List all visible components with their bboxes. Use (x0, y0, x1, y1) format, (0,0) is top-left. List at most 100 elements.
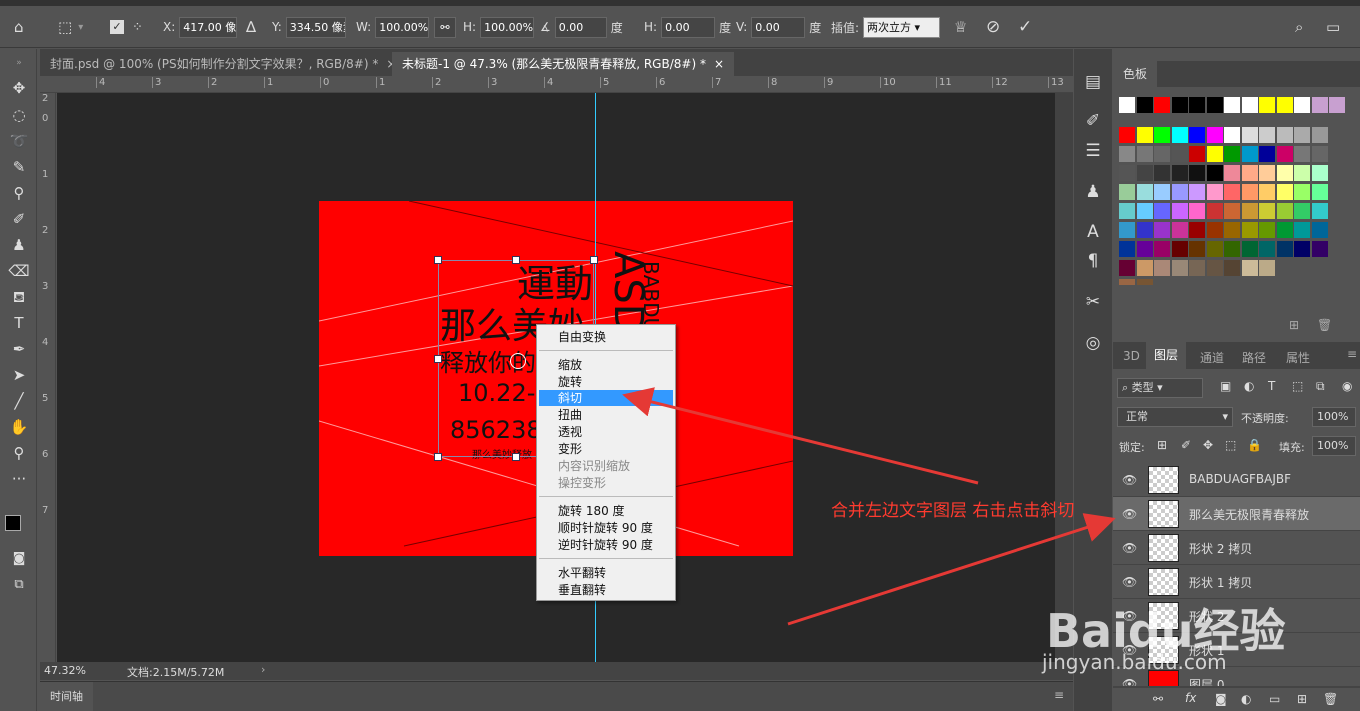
transform-tool-icon[interactable]: ⬚ (58, 18, 72, 36)
commit-transform-icon[interactable]: ✓ (1018, 17, 1032, 37)
menu-item-flip-vertical[interactable]: 垂直翻转 (539, 582, 673, 598)
color-swatch[interactable] (1259, 127, 1275, 143)
color-swatch[interactable] (1311, 127, 1328, 143)
color-swatch[interactable] (1224, 184, 1240, 200)
color-swatch[interactable] (1241, 146, 1258, 162)
lock-all-icon[interactable]: 🔒 (1247, 438, 1262, 452)
menu-item-free-transform[interactable]: 自由变换 (539, 329, 673, 345)
move-tool-icon[interactable]: ✥ (8, 77, 30, 99)
filter-toggle-icon[interactable]: ◉ (1342, 379, 1352, 393)
layer-row[interactable]: 👁 BABDUAGFBAJBF (1113, 463, 1360, 497)
new-group-icon[interactable]: ▭ (1269, 692, 1280, 706)
color-swatch[interactable] (1241, 165, 1258, 181)
color-swatch[interactable] (1154, 222, 1170, 238)
line-tool-icon[interactable]: ╱ (8, 390, 30, 412)
color-swatch[interactable] (1259, 241, 1275, 257)
color-swatch[interactable] (1311, 184, 1328, 200)
color-swatch[interactable] (1276, 241, 1293, 257)
cancel-transform-icon[interactable]: ⊘ (986, 17, 1000, 37)
color-swatch[interactable] (1171, 241, 1188, 257)
angle-input[interactable]: 0.00 (554, 16, 607, 38)
color-swatch[interactable] (1224, 97, 1240, 113)
reference-point-icon[interactable]: ⁘ (132, 20, 143, 35)
color-swatch[interactable] (1119, 97, 1135, 113)
color-swatch[interactable] (1241, 184, 1258, 200)
menu-item-rotate-90-ccw[interactable]: 逆时针旋转 90 度 (539, 537, 673, 553)
more-tools-icon[interactable]: ··· (8, 468, 30, 490)
color-swatch[interactable] (1294, 165, 1310, 181)
tab-cover-psd[interactable]: 封面.psd @ 100% (PS如何制作分割文字效果？, RGB/8#) *× (40, 52, 407, 76)
color-swatch[interactable] (1259, 203, 1275, 219)
color-swatch[interactable] (1276, 127, 1293, 143)
lock-position-icon[interactable]: ✥ (1203, 438, 1213, 452)
color-swatch[interactable] (1171, 184, 1188, 200)
tab-layers[interactable]: 图层 (1146, 342, 1187, 369)
tab-untitled-1[interactable]: 未标题-1 @ 47.3% (那么美无极限青春释放, RGB/8#) * × (392, 52, 735, 76)
color-swatch[interactable] (1241, 260, 1258, 276)
color-swatch[interactable] (1119, 184, 1135, 200)
interpolation-select[interactable]: 两次立方 ▾ (863, 16, 941, 38)
color-swatch[interactable] (1276, 222, 1293, 238)
color-swatch[interactable] (1241, 203, 1258, 219)
filter-adjust-icon[interactable]: ◐ (1244, 379, 1254, 393)
layer-name[interactable]: 那么美无极限青春释放 (1189, 506, 1309, 523)
color-swatch[interactable] (1294, 97, 1310, 113)
lock-paint-icon[interactable]: ✐ (1181, 438, 1191, 452)
color-swatch[interactable] (1294, 127, 1310, 143)
lock-artboard-icon[interactable]: ⬚ (1225, 438, 1236, 452)
character-icon[interactable]: A (1080, 219, 1106, 245)
layer-name[interactable]: 形状 1 拷贝 (1189, 574, 1252, 591)
color-swatch[interactable] (1294, 184, 1310, 200)
color-swatch[interactable] (1276, 184, 1293, 200)
filter-shape-icon[interactable]: ⬚ (1292, 379, 1303, 393)
filter-pixel-icon[interactable]: ▣ (1220, 379, 1231, 393)
color-swatch[interactable] (1119, 222, 1135, 238)
color-swatch[interactable] (1171, 260, 1188, 276)
color-swatch[interactable] (1224, 241, 1240, 257)
color-swatch[interactable] (1189, 97, 1205, 113)
link-layers-icon[interactable]: ⚯ (1153, 692, 1163, 706)
color-swatch[interactable] (1189, 165, 1205, 181)
history-icon[interactable]: ▤ (1080, 69, 1106, 95)
color-swatch[interactable] (1189, 127, 1205, 143)
warp-mode-icon[interactable]: ♕ (954, 18, 967, 36)
reference-checkbox[interactable]: ✓ (110, 20, 124, 34)
color-swatch[interactable] (1119, 146, 1135, 162)
libraries-icon[interactable]: ◎ (1080, 330, 1106, 356)
transform-pivot-icon[interactable] (510, 353, 526, 369)
color-swatch[interactable] (1136, 184, 1153, 200)
tab-channels[interactable]: 通道 (1200, 349, 1224, 366)
color-swatch[interactable] (1136, 279, 1153, 285)
link-icon[interactable]: ⚯ (434, 16, 456, 38)
color-swatch[interactable] (1311, 203, 1328, 219)
brush-tool-icon[interactable]: ✐ (8, 208, 30, 230)
color-swatch[interactable] (1241, 127, 1258, 143)
color-swatch[interactable] (1311, 241, 1328, 257)
menu-item-distort[interactable]: 扭曲 (539, 407, 673, 423)
color-swatch[interactable] (1259, 222, 1275, 238)
color-swatch[interactable] (1189, 241, 1205, 257)
layer-row[interactable]: 👁 形状 2 拷贝 (1113, 531, 1360, 565)
tab-3d[interactable]: 3D (1123, 349, 1140, 363)
eraser-tool-icon[interactable]: ⌫ (8, 260, 30, 282)
color-swatch[interactable] (1171, 127, 1188, 143)
pen-tool-icon[interactable]: ✒ (8, 338, 30, 360)
color-swatch[interactable] (1171, 165, 1188, 181)
menu-item-rotate-90-cw[interactable]: 顺时针旋转 90 度 (539, 520, 673, 536)
lock-transparent-icon[interactable]: ⊞ (1157, 438, 1167, 452)
screen-mode-icon[interactable]: ⧉ (8, 574, 30, 596)
color-swatch[interactable] (1311, 165, 1328, 181)
color-swatch[interactable] (1259, 146, 1275, 162)
layer-row[interactable]: 👁 形状 1 拷贝 (1113, 565, 1360, 599)
color-swatch[interactable] (1136, 222, 1153, 238)
color-swatch[interactable] (1206, 241, 1223, 257)
transform-handle-tr[interactable] (590, 256, 598, 264)
menu-item-perspective[interactable]: 透视 (539, 424, 673, 440)
menu-item-rotate[interactable]: 旋转 (539, 374, 673, 390)
color-swatch[interactable] (1171, 203, 1188, 219)
color-swatch[interactable] (1294, 203, 1310, 219)
collapse-icon[interactable]: » (8, 52, 30, 74)
home-icon[interactable]: ⌂ (14, 18, 24, 36)
hskew-input[interactable]: 0.00 (661, 16, 716, 38)
color-swatch[interactable] (1136, 203, 1153, 219)
